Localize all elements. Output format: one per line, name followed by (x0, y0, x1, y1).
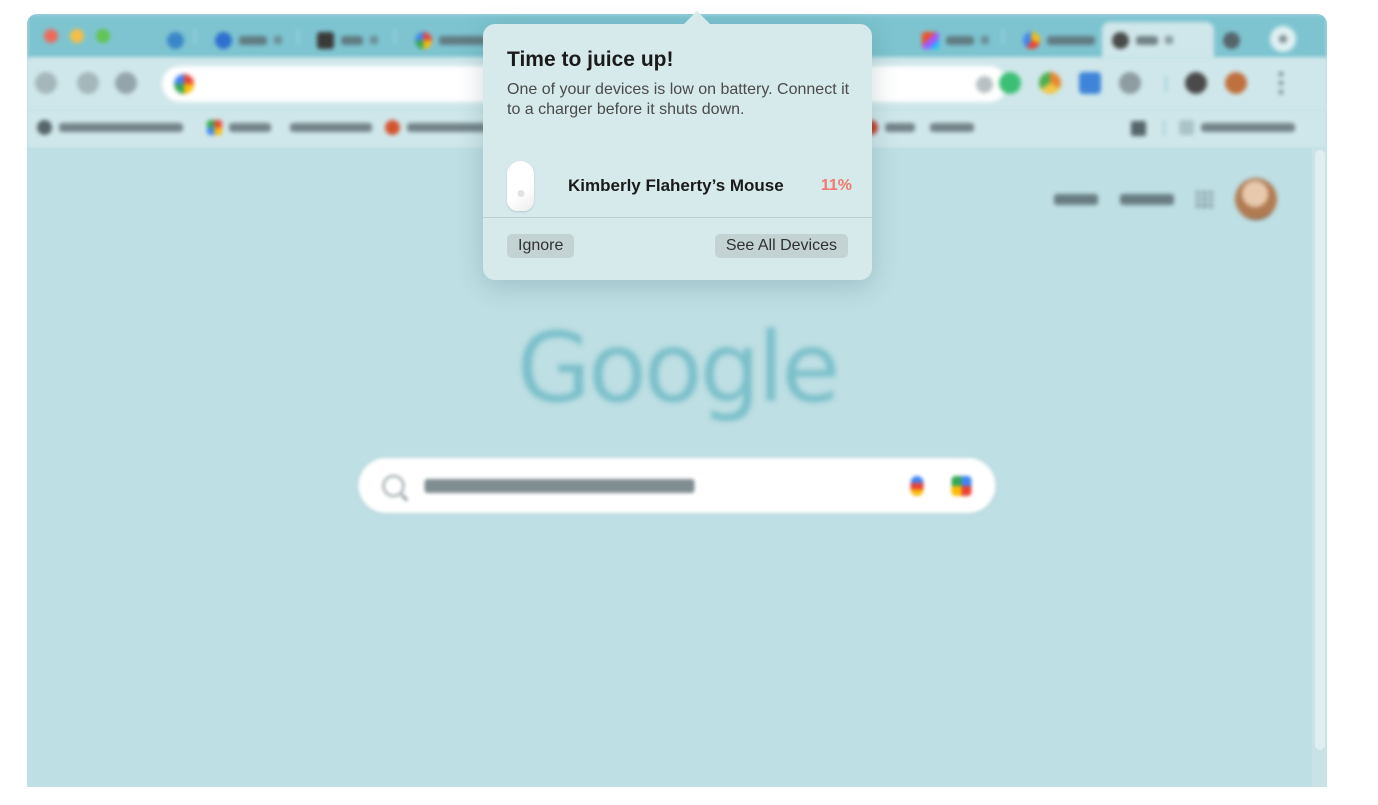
tab-7-active[interactable] (1102, 22, 1214, 58)
minimize-window-button[interactable] (70, 29, 84, 43)
tab-close-icon[interactable] (1165, 36, 1173, 44)
profile-avatar-icon[interactable] (1225, 72, 1247, 94)
bookmark-item-bookmark-manager[interactable] (37, 120, 183, 135)
microphone-icon[interactable] (910, 475, 924, 496)
popup-actions: Ignore See All Devices (483, 218, 872, 280)
tab-divider (1002, 29, 1004, 44)
back-arrow-icon[interactable] (35, 72, 57, 94)
extension-green-icon[interactable] (999, 72, 1021, 94)
see-all-devices-button[interactable]: See All Devices (714, 234, 848, 258)
google-apps-grid-icon[interactable] (1196, 190, 1213, 208)
search-input-actions (910, 475, 972, 496)
google-lens-icon[interactable] (951, 475, 972, 496)
tab-title (341, 35, 363, 45)
all-bookmarks-button[interactable] (1179, 120, 1295, 135)
device-row: Kimberly Flaherty’s Mouse 11% (507, 158, 852, 214)
tab-5[interactable] (912, 22, 999, 58)
popup-title: Time to juice up! (507, 48, 674, 71)
tab-2[interactable] (205, 22, 292, 58)
tab-title (946, 35, 974, 45)
tab-favicon (415, 31, 432, 49)
popup-pointer-arrow (683, 11, 711, 25)
site-favicon-icon (174, 74, 194, 94)
google-top-right-nav (1054, 178, 1277, 220)
device-name: Kimberly Flaherty’s Mouse (568, 176, 784, 195)
bookmark-item-ai-todo[interactable] (863, 120, 974, 135)
bookmark-item-hixson[interactable] (385, 120, 499, 135)
tab-favicon (1112, 31, 1129, 49)
folder-icon (1179, 120, 1194, 135)
tab-title (239, 35, 267, 45)
popup-body-text: One of your devices is low on battery. C… (507, 81, 850, 118)
tab-close-icon[interactable] (981, 36, 989, 44)
tab-favicon (215, 31, 232, 49)
tab-favicon (167, 31, 184, 49)
window-traffic-lights (44, 29, 110, 43)
bookmark-label (229, 123, 271, 132)
tab-favicon (922, 31, 939, 49)
close-window-button[interactable] (44, 29, 58, 43)
tab-favicon (1223, 31, 1240, 49)
tab-divider (394, 29, 396, 44)
account-avatar[interactable] (1235, 178, 1277, 220)
gmail-link[interactable] (1054, 193, 1098, 205)
tab-title (1136, 35, 1158, 45)
tab-divider (297, 29, 299, 44)
bookmark-label-2 (930, 123, 974, 132)
search-input[interactable] (358, 458, 996, 513)
search-placeholder-text (424, 478, 695, 493)
magic-mouse-icon (507, 161, 534, 211)
tab-title (1047, 35, 1095, 45)
bookmark-star-icon[interactable] (976, 75, 993, 93)
bookmarks-overflow-icon[interactable] (1131, 121, 1146, 136)
plus-icon (1279, 35, 1287, 43)
bookmarks-divider (1163, 120, 1165, 136)
bookmark-label-2 (290, 123, 372, 132)
extension-multicolor-icon[interactable] (1039, 72, 1061, 94)
three-dots-menu-icon[interactable] (1279, 72, 1283, 94)
bookmark-favicon (37, 120, 52, 135)
all-bookmarks-label (1201, 123, 1295, 132)
forward-arrow-icon[interactable] (77, 72, 99, 94)
profile-dark-icon[interactable] (1185, 72, 1207, 94)
tab-close-icon[interactable] (274, 36, 282, 44)
bookmark-item-inbox[interactable] (207, 120, 372, 135)
tab-3[interactable] (307, 22, 388, 58)
extension-blue-icon[interactable] (1079, 72, 1101, 94)
reload-icon[interactable] (115, 72, 137, 94)
extensions-puzzle-icon[interactable] (1119, 72, 1141, 94)
battery-percent-badge: 11% (820, 177, 852, 194)
tab-6[interactable] (1013, 22, 1105, 58)
tab-divider (194, 29, 196, 44)
bookmark-favicon (207, 120, 222, 135)
tab-favicon (1023, 31, 1040, 49)
battery-notification-popup: Time to juice up! One of your devices is… (483, 24, 872, 280)
tab-8[interactable] (1213, 22, 1250, 58)
bookmark-favicon (385, 120, 400, 135)
tab-favicon (317, 31, 334, 49)
new-tab-button[interactable] (1270, 26, 1296, 52)
bookmark-label (885, 123, 915, 132)
ignore-button[interactable]: Ignore (507, 234, 575, 258)
images-link[interactable] (1120, 193, 1174, 205)
zoom-window-button[interactable] (96, 29, 110, 43)
page-scrollbar-thumb[interactable] (1315, 150, 1325, 750)
search-magnifier-icon (382, 474, 405, 497)
toolbar-divider (1165, 76, 1167, 92)
bookmark-label (59, 123, 183, 132)
screen: Google Time to juice up! One of your dev… (0, 0, 1378, 805)
google-logo: Google (516, 312, 841, 424)
page-scrollbar[interactable] (1312, 148, 1327, 787)
tab-1[interactable] (157, 22, 194, 58)
tab-close-icon[interactable] (370, 36, 378, 44)
